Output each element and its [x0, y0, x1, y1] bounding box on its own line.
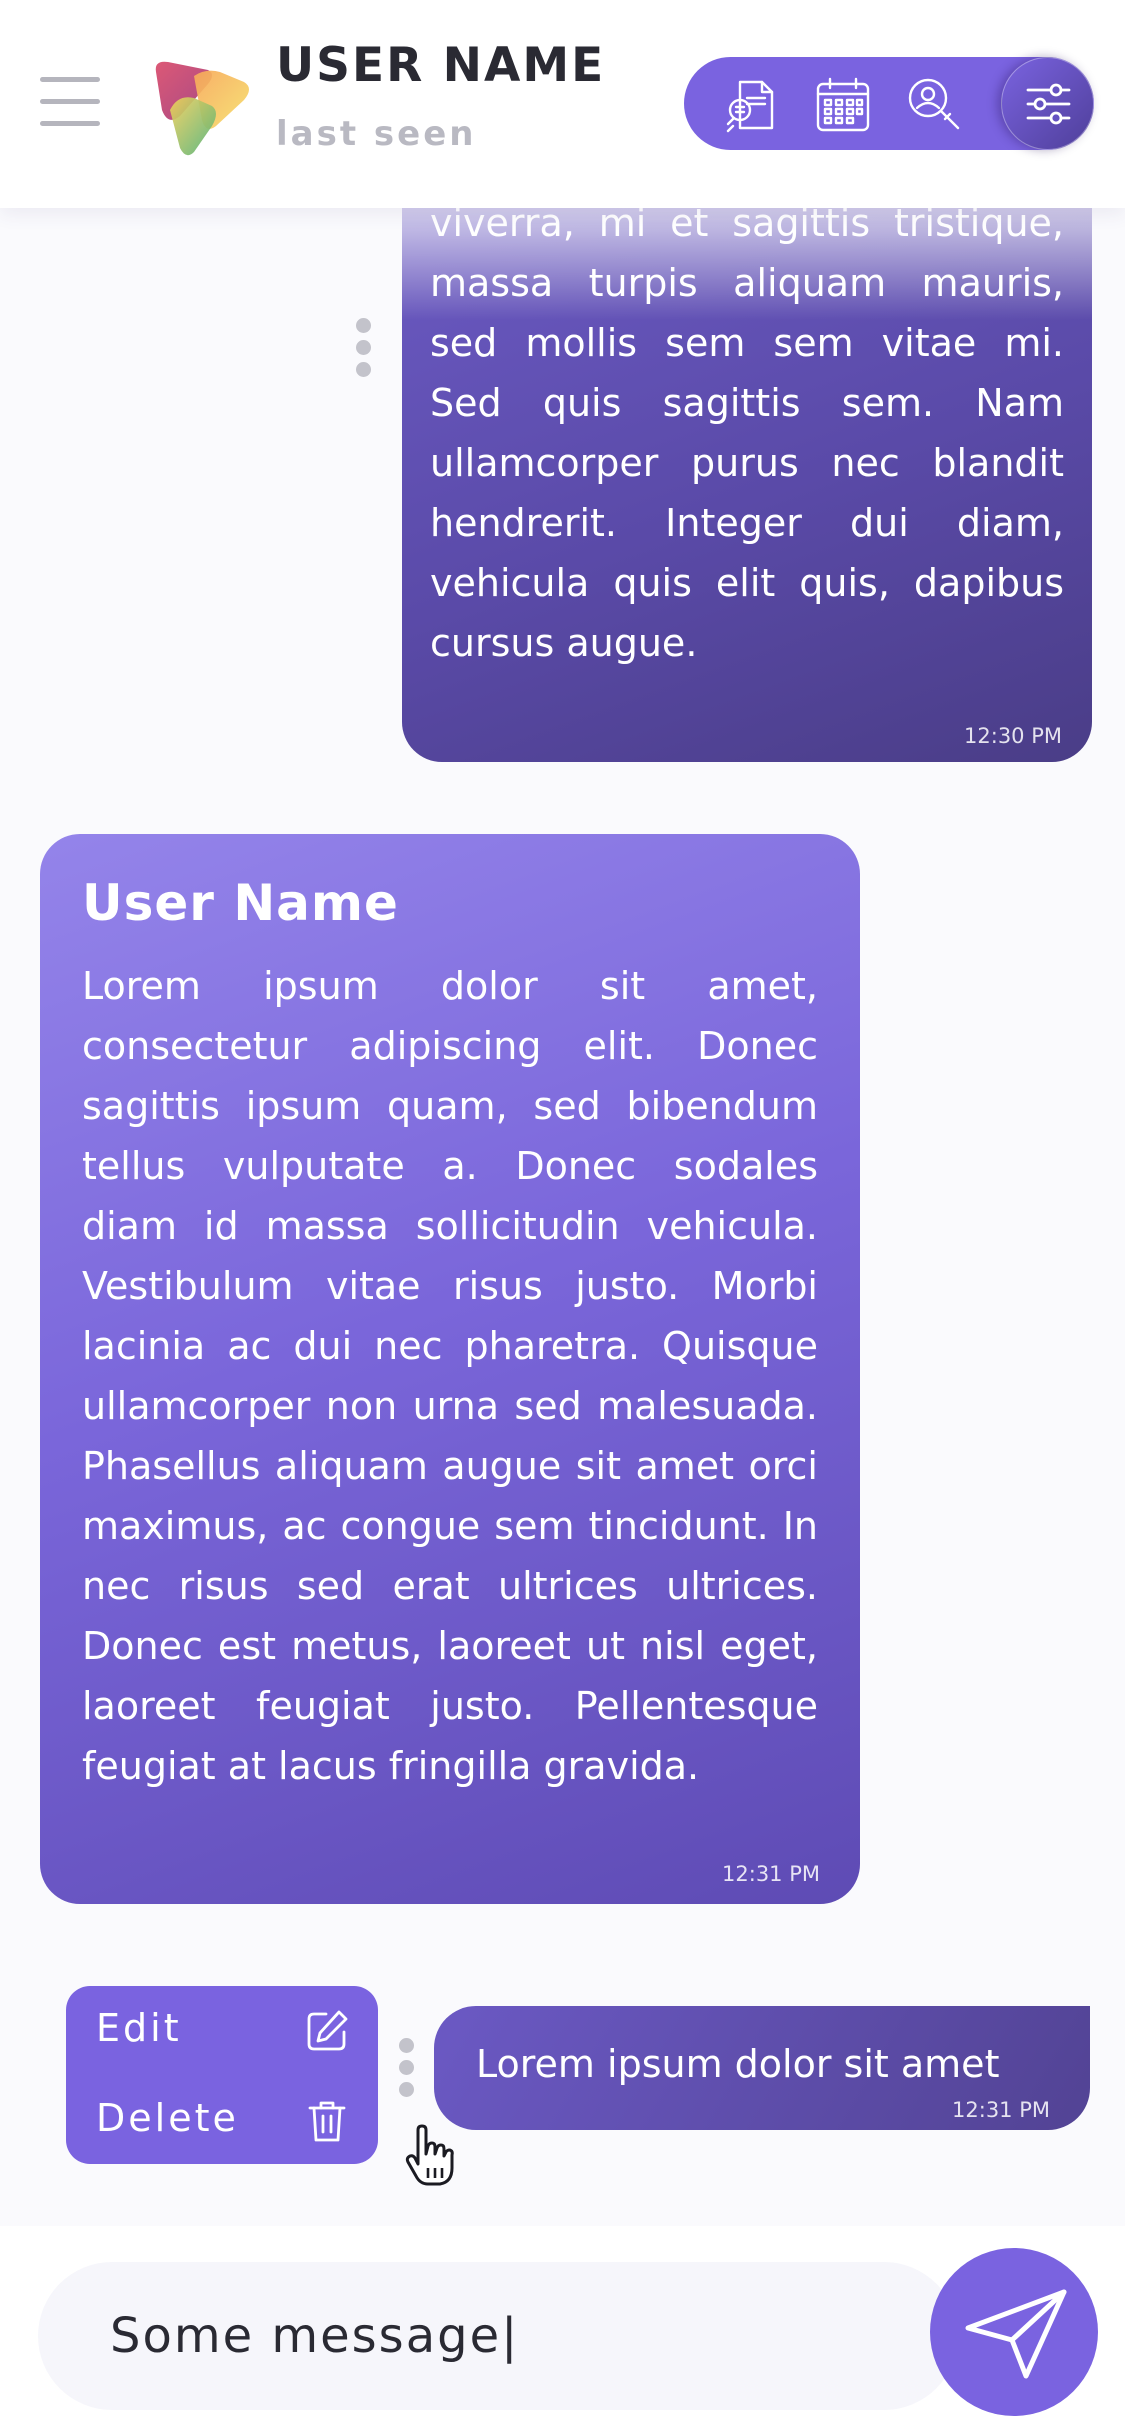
message-sender: User Name [82, 874, 399, 932]
app-logo [155, 61, 249, 156]
edit-label: Edit [96, 2006, 182, 2050]
user-search-icon[interactable] [904, 74, 966, 136]
menu-icon[interactable] [40, 75, 100, 127]
chat-header: USER NAME last seen [0, 0, 1125, 208]
trash-icon [308, 2101, 346, 2142]
message-time: 12:30 PM [964, 724, 1062, 748]
edit-icon [307, 2010, 348, 2051]
send-icon [965, 2289, 1067, 2379]
message-input-value: Some message| [110, 2308, 520, 2364]
delete-menu-item[interactable]: Delete [66, 2076, 378, 2164]
contact-status: last seen [276, 114, 477, 154]
outgoing-message-selected[interactable]: Lorem ipsum dolor sit amet 12:31 PM [434, 2006, 1090, 2130]
send-button[interactable] [930, 2248, 1098, 2416]
message-text: Lorem ipsum dolor sit amet [476, 2042, 1000, 2086]
delete-label: Delete [96, 2096, 239, 2140]
message-time: 12:31 PM [952, 2098, 1050, 2122]
filter-sliders-icon [1026, 83, 1071, 125]
edit-menu-item[interactable]: Edit [66, 1986, 378, 2074]
message-context-menu: Edit Delete [66, 1986, 378, 2164]
outgoing-message[interactable]: ullamcorper finibus. Vivamus viverra, mi… [402, 150, 1092, 762]
message-text: ullamcorper finibus. Vivamus viverra, mi… [430, 150, 1064, 665]
document-search-icon[interactable] [720, 74, 782, 136]
message-time: 12:31 PM [722, 1862, 820, 1886]
pointer-hand-icon [405, 2124, 454, 2186]
message-options-icon[interactable] [399, 2038, 415, 2104]
message-input[interactable]: Some message| [38, 2262, 958, 2410]
incoming-message[interactable]: User Name Lorem ipsum dolor sit amet, co… [40, 834, 860, 1904]
message-text: Lorem ipsum dolor sit amet, consectetur … [82, 964, 818, 1788]
message-options-icon[interactable] [356, 318, 372, 384]
filter-button[interactable] [1001, 57, 1094, 150]
calendar-icon[interactable] [812, 74, 874, 136]
contact-name: USER NAME [276, 38, 606, 93]
header-actions [684, 57, 1094, 150]
